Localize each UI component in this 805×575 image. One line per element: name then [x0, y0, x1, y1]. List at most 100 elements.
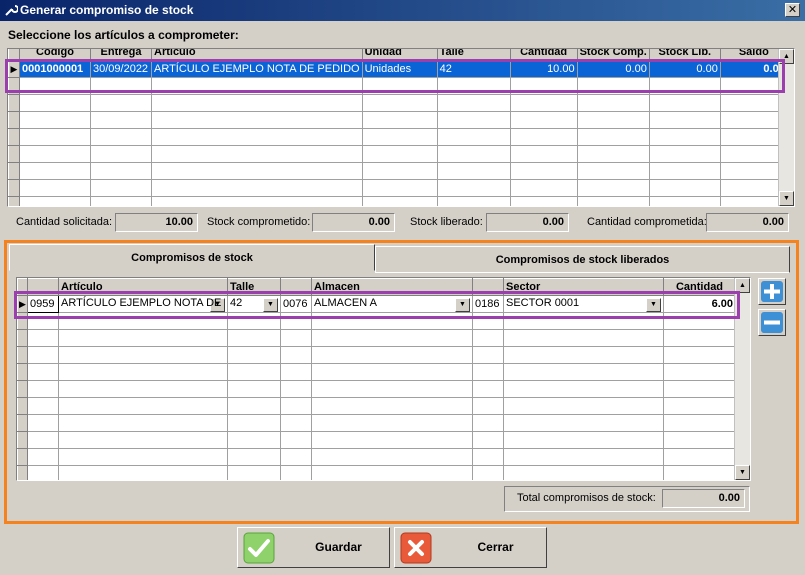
cancel-icon [400, 532, 432, 564]
compromisos-grid[interactable]: Artículo Talle Almacen Sector Cantidad ▶… [16, 277, 751, 481]
close-button[interactable]: ✕ [785, 3, 800, 17]
remove-row-button[interactable] [758, 309, 786, 336]
window-title: Generar compromiso de stock [20, 3, 194, 17]
col-stock-comp[interactable]: Stock Comp. [576, 49, 650, 61]
empty-row[interactable] [8, 111, 788, 129]
col-articulo[interactable]: Artículo [58, 278, 228, 296]
col-cantidad[interactable]: Cantidad [663, 278, 736, 296]
title-bar: Generar compromiso de stock ✕ [0, 0, 805, 21]
dropdown-arrow-icon[interactable]: ▼ [263, 297, 278, 312]
cerrar-button[interactable]: Cerrar [394, 527, 547, 568]
col-entrega[interactable]: Entrega [90, 49, 152, 61]
almacen-value: ALMACEN A [314, 296, 377, 309]
col-articulo[interactable]: Artículo [151, 49, 363, 61]
empty-row[interactable] [17, 431, 736, 449]
cantidad-solicitada-label: Cantidad solicitada: [16, 216, 113, 228]
check-icon [243, 532, 275, 564]
vertical-scrollbar[interactable]: ▲ ▼ [778, 49, 794, 206]
empty-row[interactable] [8, 94, 788, 112]
cell-articulo[interactable]: ARTÍCULO EJEMPLO NOTA DE PEDIDO [151, 60, 363, 78]
scroll-down-icon[interactable]: ▼ [735, 465, 750, 480]
empty-row[interactable] [17, 465, 736, 480]
cell-articulo[interactable]: ▼ ARTÍCULO EJEMPLO NOTA DE [58, 295, 228, 313]
empty-row[interactable] [17, 312, 736, 330]
stock-comprometido-label: Stock comprometido: [207, 216, 311, 228]
cell-codigo[interactable]: 0001000001 [19, 60, 91, 78]
empty-row[interactable] [17, 414, 736, 432]
plus-icon [761, 281, 783, 302]
cell-alm-code[interactable]: 0076 [280, 295, 312, 313]
header-indicator [8, 49, 20, 61]
col-cantidad[interactable]: Cantidad [509, 49, 578, 61]
empty-row[interactable] [17, 329, 736, 347]
cell-stock-lib[interactable]: 0.00 [648, 60, 721, 78]
talle-value: 42 [230, 296, 243, 309]
empty-row[interactable] [17, 363, 736, 381]
scroll-up-icon[interactable]: ▲ [779, 49, 794, 64]
col-sector[interactable]: Sector [503, 278, 664, 296]
section-label: Seleccione los artículos a comprometer: [8, 28, 239, 42]
empty-row[interactable] [8, 145, 788, 163]
cell-cantidad[interactable]: 10.00 [509, 60, 578, 78]
scroll-down-icon[interactable]: ▼ [779, 191, 794, 206]
cell-almacen[interactable]: ▼ ALMACEN A [311, 295, 473, 313]
empty-row[interactable] [8, 162, 788, 180]
stock-comprometido-value: 0.00 [312, 213, 395, 232]
col-alm-code[interactable] [280, 278, 312, 296]
tab-compromisos-liberados[interactable]: Compromisos de stock liberados [375, 246, 790, 273]
col-talle[interactable]: Talle [227, 278, 281, 296]
col-codigo[interactable]: Código [19, 49, 91, 61]
cell-cantidad[interactable]: 6.00 [663, 295, 736, 313]
col-sec-code[interactable] [472, 278, 504, 296]
cantidad-comprometida-label: Cantidad comprometida: [587, 216, 707, 228]
empty-row[interactable] [8, 128, 788, 146]
guardar-button[interactable]: Guardar [237, 527, 390, 568]
empty-row[interactable] [17, 397, 736, 415]
table-header: Artículo Talle Almacen Sector Cantidad [17, 278, 736, 296]
total-value: 0.00 [662, 489, 745, 508]
table-row[interactable]: ▶ 0001000001 30/09/2022 ARTÍCULO EJEMPLO… [8, 60, 788, 78]
col-almacen[interactable]: Almacen [311, 278, 473, 296]
cell-stock-comp[interactable]: 0.00 [576, 60, 650, 78]
cell-sector[interactable]: ▼ SECTOR 0001 [503, 295, 664, 313]
row-pointer-icon: ▶ [17, 295, 28, 313]
col-talle[interactable]: Talle [436, 49, 511, 61]
col-stock-lib[interactable]: Stock Lib. [648, 49, 721, 61]
empty-row[interactable] [8, 77, 788, 95]
cantidad-solicitada-value: 10.00 [115, 213, 198, 232]
compromisos-table: Artículo Talle Almacen Sector Cantidad ▶… [17, 278, 736, 480]
total-label: Total compromisos de stock: [517, 492, 656, 504]
cell-talle[interactable]: ▼ 42 [227, 295, 281, 313]
cantidad-comprometida-value: 0.00 [706, 213, 789, 232]
wrench-icon [5, 5, 18, 16]
dropdown-arrow-icon[interactable]: ▼ [646, 297, 661, 312]
header-indicator [17, 278, 28, 296]
articles-grid[interactable]: Código Entrega Artículo Unidad Talle Can… [7, 48, 795, 207]
cell-unidad[interactable]: Unidades [361, 60, 438, 78]
close-icon: ✕ [787, 4, 798, 16]
scroll-up-icon[interactable]: ▲ [735, 278, 750, 293]
vertical-scrollbar[interactable]: ▲ ▼ [734, 278, 750, 480]
guardar-label: Guardar [315, 540, 362, 554]
empty-row[interactable] [8, 179, 788, 197]
cell-art-code[interactable]: 0959 [27, 295, 59, 313]
cell-entrega[interactable]: 30/09/2022 [90, 60, 152, 78]
col-art-code[interactable] [27, 278, 59, 296]
articles-table: Código Entrega Artículo Unidad Talle Can… [8, 49, 788, 206]
cerrar-label: Cerrar [477, 540, 514, 554]
sector-value: SECTOR 0001 [506, 296, 580, 309]
stock-liberado-value: 0.00 [486, 213, 569, 232]
empty-row[interactable] [17, 380, 736, 398]
table-row[interactable]: ▶ 0959 ▼ ARTÍCULO EJEMPLO NOTA DE ▼ 42 0… [17, 295, 736, 313]
col-unidad[interactable]: Unidad [361, 49, 438, 61]
cell-sec-code[interactable]: 0186 [472, 295, 504, 313]
dropdown-arrow-icon[interactable]: ▼ [455, 297, 470, 312]
table-header: Código Entrega Artículo Unidad Talle Can… [8, 49, 788, 61]
empty-row[interactable] [8, 196, 788, 206]
empty-row[interactable] [17, 448, 736, 466]
add-row-button[interactable] [758, 278, 786, 305]
tab-compromisos[interactable]: Compromisos de stock [9, 244, 375, 271]
cell-talle[interactable]: 42 [436, 60, 511, 78]
minus-icon [761, 312, 783, 333]
empty-row[interactable] [17, 346, 736, 364]
